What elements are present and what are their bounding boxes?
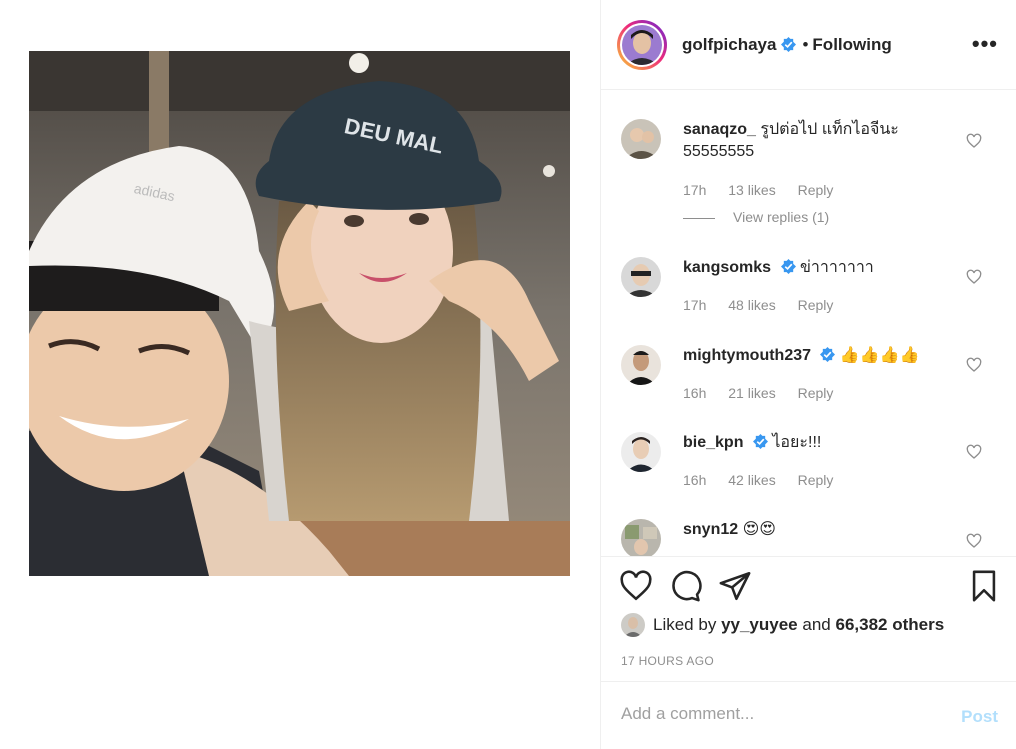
comment-likes[interactable]: 48 likes <box>728 297 775 313</box>
share-icon[interactable] <box>718 569 752 603</box>
commenter-avatar[interactable] <box>621 519 661 556</box>
view-replies-label: View replies (1) <box>733 209 830 225</box>
post-timestamp[interactable]: 17 HOURS AGO <box>621 654 714 668</box>
reply-button[interactable]: Reply <box>798 385 834 401</box>
comment-meta: 17h 13 likes Reply <box>683 182 851 198</box>
comment-time: 17h <box>683 297 707 313</box>
comment-text: ข่าาาาาาา <box>799 259 874 276</box>
comment-text: ไอยะ!!! <box>772 434 822 451</box>
comment-text: 😍😍 <box>742 521 776 538</box>
comment-meta: 17h 48 likes Reply <box>683 297 851 313</box>
commenter-avatar[interactable] <box>621 432 661 472</box>
header-separator: • <box>802 34 809 54</box>
comment-icon[interactable] <box>668 569 702 603</box>
likes-prefix: Liked by <box>653 615 717 634</box>
author-username[interactable]: golfpichaya <box>682 35 776 55</box>
likes-and: and <box>802 615 831 634</box>
likes-others-button[interactable]: 66,382 others <box>835 615 944 635</box>
comment-likes[interactable]: 42 likes <box>728 472 775 488</box>
comment-like-heart-icon[interactable] <box>966 269 982 285</box>
post-actions: Liked by yy_yuyee and 66,382 others 17 H… <box>601 556 1016 680</box>
comment-text: 👍👍👍👍 <box>839 347 920 364</box>
liker-avatar[interactable] <box>621 613 645 637</box>
comments-list[interactable]: sanaqzo_ รูปต่อไป แท็กไอจีนะ 55555555 17… <box>601 91 1016 556</box>
comment-time: 17h <box>683 182 707 198</box>
commenter-avatar[interactable] <box>621 257 661 297</box>
comment-likes[interactable]: 13 likes <box>728 182 775 198</box>
comment-like-heart-icon[interactable] <box>966 357 982 373</box>
reply-button[interactable]: Reply <box>798 182 834 198</box>
post-comment-button[interactable]: Post <box>961 707 998 727</box>
bookmark-icon[interactable] <box>967 569 1001 603</box>
reply-button[interactable]: Reply <box>798 472 834 488</box>
more-horizontal-icon[interactable]: ••• <box>972 33 998 55</box>
comment-time: 16h <box>683 385 707 401</box>
verified-badge-icon <box>752 434 768 449</box>
following-button[interactable]: Following <box>812 35 891 55</box>
comment-likes[interactable]: 21 likes <box>728 385 775 401</box>
likes-summary: Liked by yy_yuyee and 66,382 others <box>621 613 944 637</box>
comment-like-heart-icon[interactable] <box>966 444 982 460</box>
comment-username[interactable]: bie_kpn <box>683 434 743 451</box>
commenter-avatar[interactable] <box>621 119 661 159</box>
heart-icon[interactable] <box>619 569 653 603</box>
comment-input[interactable] <box>621 704 921 724</box>
comment-username[interactable]: kangsomks <box>683 259 771 276</box>
comment-like-heart-icon[interactable] <box>966 133 982 149</box>
verified-badge-icon <box>781 37 797 52</box>
post-header: golfpichaya • Following ••• <box>601 0 1016 90</box>
comment-like-heart-icon[interactable] <box>966 533 982 549</box>
reply-button[interactable]: Reply <box>798 297 834 313</box>
post-side-panel: golfpichaya • Following ••• sanaqzo_ รูป… <box>600 0 1016 749</box>
author-avatar[interactable] <box>617 19 667 70</box>
verified-badge-icon <box>780 259 796 274</box>
comment-meta: 16h 42 likes Reply <box>683 472 851 488</box>
view-replies-button[interactable]: View replies (1) <box>683 209 829 225</box>
liker-username[interactable]: yy_yuyee <box>721 615 798 635</box>
verified-badge-icon <box>820 347 836 362</box>
comment-time: 16h <box>683 472 707 488</box>
post-photo[interactable]: DEU MAL adidas <box>29 51 570 576</box>
comment-meta: 16h 21 likes Reply <box>683 385 851 401</box>
commenter-avatar[interactable] <box>621 345 661 385</box>
add-comment-bar: Post <box>601 681 1016 749</box>
view-replies-line <box>683 217 715 219</box>
comment-username[interactable]: mightymouth237 <box>683 347 811 364</box>
comment-username[interactable]: snyn12 <box>683 521 738 538</box>
media-area: DEU MAL adidas <box>0 0 600 749</box>
comment-username[interactable]: sanaqzo_ <box>683 121 756 138</box>
